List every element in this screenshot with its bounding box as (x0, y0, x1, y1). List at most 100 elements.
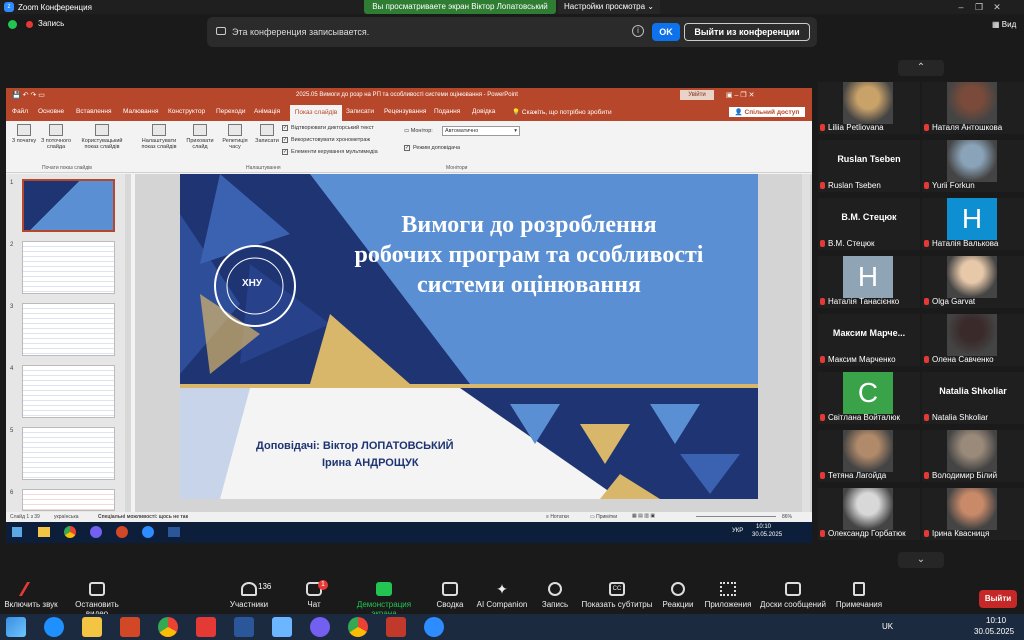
recording-indicator[interactable]: Запись (38, 19, 64, 28)
record-button[interactable]: Записати (252, 124, 282, 144)
ppt-window-controls[interactable]: ▣ – ❐ ✕ (726, 91, 754, 99)
tab-draw[interactable]: Малювання (123, 108, 158, 115)
slide-thumbnail[interactable] (22, 427, 115, 480)
signin-button[interactable]: Увійти (680, 90, 714, 100)
narration-checkbox[interactable]: ✓ Відтворювати дикторський текст (282, 125, 374, 131)
leave-meeting-button[interactable]: Выйти из конференции (684, 23, 810, 41)
tab-slideshow[interactable]: Показ слайдів (290, 105, 342, 121)
participant-tile[interactable]: C Світлана Войталюк (818, 372, 920, 424)
from-start-button[interactable]: З початку (10, 124, 38, 144)
hide-slide-button[interactable]: Приховати слайд (184, 124, 216, 150)
paint-icon[interactable] (272, 617, 292, 637)
setup-show-button[interactable]: Налаштувати показ слайдів (136, 124, 182, 150)
media-checkbox[interactable]: ✓ Елементи керування мультимедіа (282, 149, 378, 155)
info-icon[interactable]: i (632, 25, 644, 37)
participant-tile[interactable]: Ірина Квасниця (922, 488, 1024, 540)
close-icon[interactable]: ✕ (988, 0, 1006, 14)
share-screen-button[interactable]: Демонстрация экрана (344, 580, 424, 618)
shield-icon[interactable] (8, 20, 17, 29)
chrome-icon[interactable] (158, 617, 178, 637)
participant-tile[interactable]: Наталя Антошкова (922, 82, 1024, 134)
pdf-icon[interactable] (196, 617, 216, 637)
from-current-button[interactable]: З поточного слайда (38, 124, 74, 150)
maximize-icon[interactable]: ❐ (970, 0, 988, 14)
gallery-up-button[interactable]: ⌃ (898, 60, 944, 76)
participant-tile[interactable]: Олена Савченко (922, 314, 1024, 366)
slide-thumbnail[interactable] (22, 241, 115, 294)
participant-tile[interactable]: Yurii Forkun (922, 140, 1024, 192)
slide-thumbnail[interactable] (22, 179, 115, 232)
record-meeting-button[interactable]: Запись (538, 580, 572, 609)
chrome-icon[interactable] (348, 617, 368, 637)
participant-tile[interactable]: H Наталія Валькова (922, 198, 1024, 250)
slide-thumbnail[interactable] (22, 303, 115, 356)
tab-help[interactable]: Довідка (472, 108, 495, 115)
ok-button[interactable]: OK (652, 23, 680, 41)
apps-button[interactable]: Приложения (704, 580, 752, 609)
tab-file[interactable]: Файл (12, 108, 28, 115)
tab-insert[interactable]: Вставлення (76, 108, 112, 115)
participant-tile[interactable]: Liliia Petliovana (818, 82, 920, 134)
tab-home[interactable]: Основне (38, 108, 64, 115)
chrome-icon[interactable] (64, 526, 76, 538)
rehearse-button[interactable]: Репетиція часу (220, 124, 250, 150)
slide-thumbnail[interactable] (22, 365, 115, 418)
tell-me-search[interactable]: 💡 Скажіть, що потрібно зробити (512, 108, 612, 116)
zoom-app-icon[interactable] (142, 526, 154, 538)
minimize-icon[interactable]: – (952, 0, 970, 14)
participant-tile[interactable]: Максим Марче... Максим Марченко (818, 314, 920, 366)
share-button[interactable]: 👤 Спільний доступ (728, 106, 806, 118)
viber-icon[interactable] (310, 617, 330, 637)
participant-tile[interactable]: Natalia Shkoliar Natalia Shkoliar (922, 372, 1024, 424)
language-status[interactable]: українська (54, 514, 79, 520)
word-icon[interactable] (168, 527, 180, 537)
participant-tile[interactable]: Olga Garvat (922, 256, 1024, 308)
powerpoint-icon[interactable] (116, 526, 128, 538)
notes-meeting-button[interactable]: Примечания (834, 580, 884, 609)
accessibility-status[interactable]: Спеціальні можливості: щось не так (98, 514, 188, 520)
participant-tile[interactable]: Олександр Горбатюк (818, 488, 920, 540)
captions-button[interactable]: CC Показать субтитры (580, 580, 654, 609)
folder-icon[interactable] (38, 527, 50, 537)
tab-record[interactable]: Записати (346, 108, 374, 115)
comments-button[interactable]: ▭ Примітки (590, 514, 617, 520)
presenter-view-checkbox[interactable]: ✓ Режим доповідача (404, 145, 460, 151)
participant-tile[interactable]: Володимир Білий (922, 430, 1024, 482)
slide-thumbnail[interactable] (22, 489, 115, 511)
view-mode-icons[interactable]: ▦ ▤ ▥ ▣ (632, 513, 655, 519)
tab-design[interactable]: Конструктор (168, 108, 205, 115)
participant-tile[interactable]: Тетяна Лагойда (818, 430, 920, 482)
zoom-slider[interactable] (696, 516, 776, 517)
view-settings-menu[interactable]: Настройки просмотра ⌄ (558, 0, 660, 14)
custom-show-button[interactable]: Користувацький показ слайдів (76, 124, 128, 150)
summary-button[interactable]: Сводка (432, 580, 468, 609)
end-meeting-button[interactable]: Выйти (979, 590, 1017, 608)
participant-tile[interactable]: H Наталія Танасієнко (818, 256, 920, 308)
monitor-select[interactable]: Автоматично ▾ (442, 126, 520, 136)
windows-start-icon[interactable] (12, 527, 22, 537)
reactions-button[interactable]: Реакции (660, 580, 696, 609)
participant-tile[interactable]: В.М. Стецюк В.М. Стецюк (818, 198, 920, 250)
boards-button[interactable]: Доски сообщений (758, 580, 828, 609)
unmute-button[interactable]: Включить звук (4, 580, 58, 609)
view-button[interactable]: ▦ Вид (992, 20, 1016, 29)
word-icon[interactable] (234, 617, 254, 637)
folder-icon[interactable] (82, 617, 102, 637)
ie-icon[interactable] (44, 617, 64, 637)
stop-video-button[interactable]: Остановить видео (64, 580, 130, 618)
tab-transitions[interactable]: Переходи (216, 108, 245, 115)
tab-review[interactable]: Рецензування (384, 108, 426, 115)
notes-button[interactable]: ≡ Нотатки (546, 514, 569, 520)
tab-animation[interactable]: Анімація (254, 108, 280, 115)
app-icon[interactable] (386, 617, 406, 637)
keyboard-language[interactable]: UK (882, 622, 893, 631)
slide-scrollbar[interactable] (802, 174, 810, 512)
participant-tile[interactable]: Ruslan Tseben Ruslan Tseben (818, 140, 920, 192)
ai-companion-button[interactable]: ✦ AI Companion (474, 580, 530, 609)
quick-access-icons[interactable]: 💾 ↶ ↷ ▭ (12, 91, 45, 99)
windows-start-icon[interactable] (6, 617, 26, 637)
gallery-down-button[interactable]: ⌄ (898, 552, 944, 568)
thumbs-scrollbar[interactable] (125, 174, 131, 512)
viber-icon[interactable] (90, 526, 102, 538)
zoom-app-icon[interactable] (424, 617, 444, 637)
